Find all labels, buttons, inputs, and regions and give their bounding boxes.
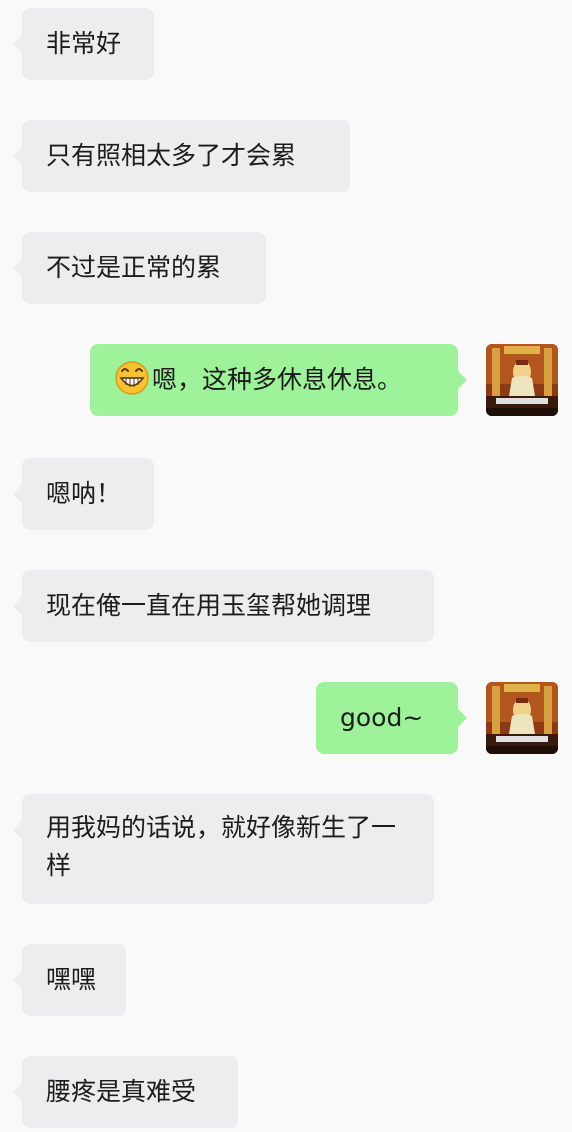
message-text: 用我妈的话说，就好像新生了一样: [46, 813, 397, 880]
message-bubble[interactable]: 不过是正常的累: [13, 232, 266, 304]
message-bubble[interactable]: 嘿嘿: [13, 944, 126, 1016]
message-bubble[interactable]: 腰疼是真难受: [13, 1056, 238, 1128]
message-text: 嗯呐！: [46, 479, 122, 508]
message-bubble[interactable]: 嗯呐！: [13, 458, 154, 530]
message-text: 嘿嘿: [46, 965, 97, 994]
message-text: 不过是正常的累: [46, 253, 222, 282]
message-bubble[interactable]: 现在俺一直在用玉玺帮她调理: [13, 570, 434, 642]
user-avatar[interactable]: [486, 344, 558, 416]
message-text: 腰疼是真难受: [46, 1077, 197, 1106]
chat-message-list[interactable]: 非常好 只有照相太多了才会累 不过是正常的累 嗯，这种多休息休息。 嗯呐！ 现在…: [0, 0, 572, 1132]
message-text: good~: [340, 703, 424, 732]
message-text: 非常好: [46, 29, 122, 58]
message-bubble[interactable]: 只有照相太多了才会累: [13, 120, 350, 192]
user-avatar[interactable]: [486, 682, 558, 754]
message-bubble[interactable]: 用我妈的话说，就好像新生了一样: [13, 794, 434, 904]
message-text: 只有照相太多了才会累: [46, 141, 297, 170]
message-bubble[interactable]: 非常好: [13, 8, 154, 80]
grinning-face-emoji-icon: [114, 360, 150, 396]
message-bubble[interactable]: good~: [316, 682, 467, 754]
message-text: 嗯，这种多休息休息。: [152, 365, 403, 394]
message-bubble[interactable]: 嗯，这种多休息休息。: [90, 344, 467, 416]
message-text: 现在俺一直在用玉玺帮她调理: [46, 591, 372, 620]
